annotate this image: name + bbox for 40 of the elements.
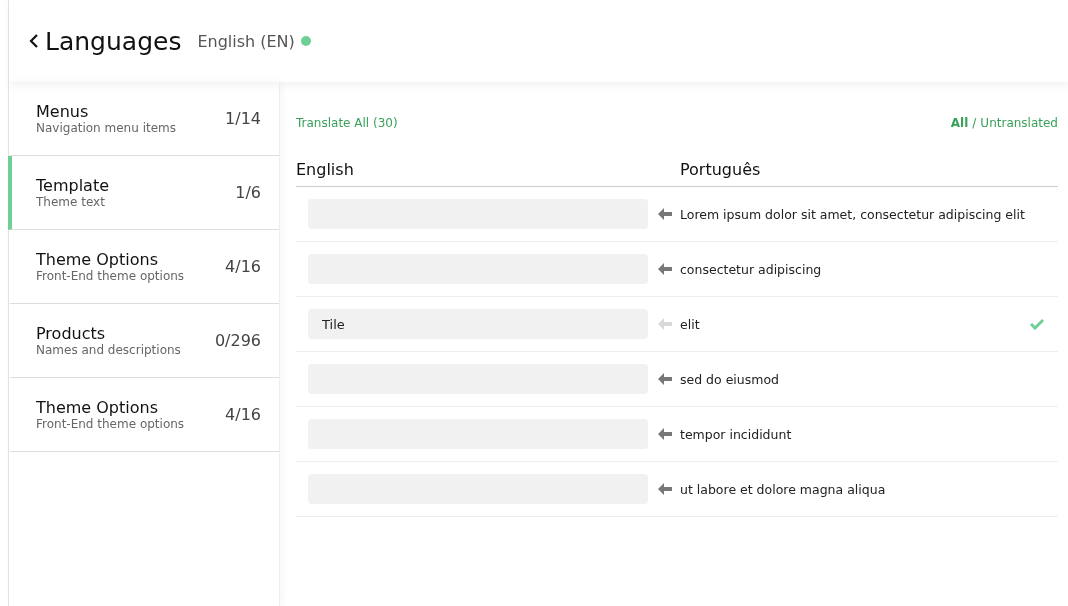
column-header: Português xyxy=(680,160,762,179)
chevron-left-icon xyxy=(29,33,39,49)
back-button[interactable]: Languages xyxy=(29,26,182,56)
source-text: elit xyxy=(680,316,701,332)
sidebar-item[interactable]: Products Names and descriptions 0/296 xyxy=(8,304,279,378)
item-subtitle: Front-End theme options xyxy=(36,269,185,283)
item-title: Products xyxy=(36,324,107,343)
source-text: tempor incididunt xyxy=(680,426,793,442)
item-subtitle: Names and descriptions xyxy=(36,343,181,357)
language-label: English (EN) xyxy=(197,31,295,51)
sidebar-item[interactable]: Template Theme text 1/6 xyxy=(8,156,279,230)
column-header: English xyxy=(296,160,355,179)
item-count: 0/296 xyxy=(214,331,261,350)
translation-field[interactable]: Tile xyxy=(308,309,648,339)
item-count: 4/16 xyxy=(225,257,261,276)
item-subtitle: Navigation menu items xyxy=(36,121,176,135)
filter-separator: / xyxy=(972,116,977,130)
left-arrow-icon xyxy=(658,208,672,220)
item-subtitle: Front-End theme options xyxy=(36,417,185,431)
item-title: Theme Options xyxy=(36,398,159,417)
item-title: Theme Options xyxy=(36,250,159,269)
left-arrow-icon xyxy=(658,483,672,495)
source-text: Lorem ipsum dolor sit amet, consectetur adipiscing elit xyxy=(680,206,1026,222)
sidebar-item[interactable]: Theme Options Front-End theme options 4/16 xyxy=(8,378,279,452)
item-title: Menus xyxy=(36,102,90,121)
item-count: 1/14 xyxy=(225,109,261,128)
source-text: ut labore et dolore magna aliqua xyxy=(680,481,887,497)
item-count: 4/16 xyxy=(225,405,261,424)
left-arrow-icon xyxy=(658,428,672,440)
left-arrow-icon xyxy=(658,318,672,330)
left-arrow-icon xyxy=(658,263,672,275)
item-title: Template xyxy=(36,176,109,195)
item-count: 1/6 xyxy=(235,183,261,202)
source-text: sed do eiusmod xyxy=(680,371,781,387)
item-subtitle: Theme text xyxy=(36,195,106,209)
left-arrow-icon xyxy=(658,373,672,385)
checkmark-icon xyxy=(1030,318,1044,330)
sidebar-item[interactable]: Theme Options Front-End theme options 4/16 xyxy=(8,230,279,304)
source-text: consectetur adipiscing xyxy=(680,261,823,277)
sidebar-item[interactable]: Menus Navigation menu items 1/14 xyxy=(8,82,279,156)
